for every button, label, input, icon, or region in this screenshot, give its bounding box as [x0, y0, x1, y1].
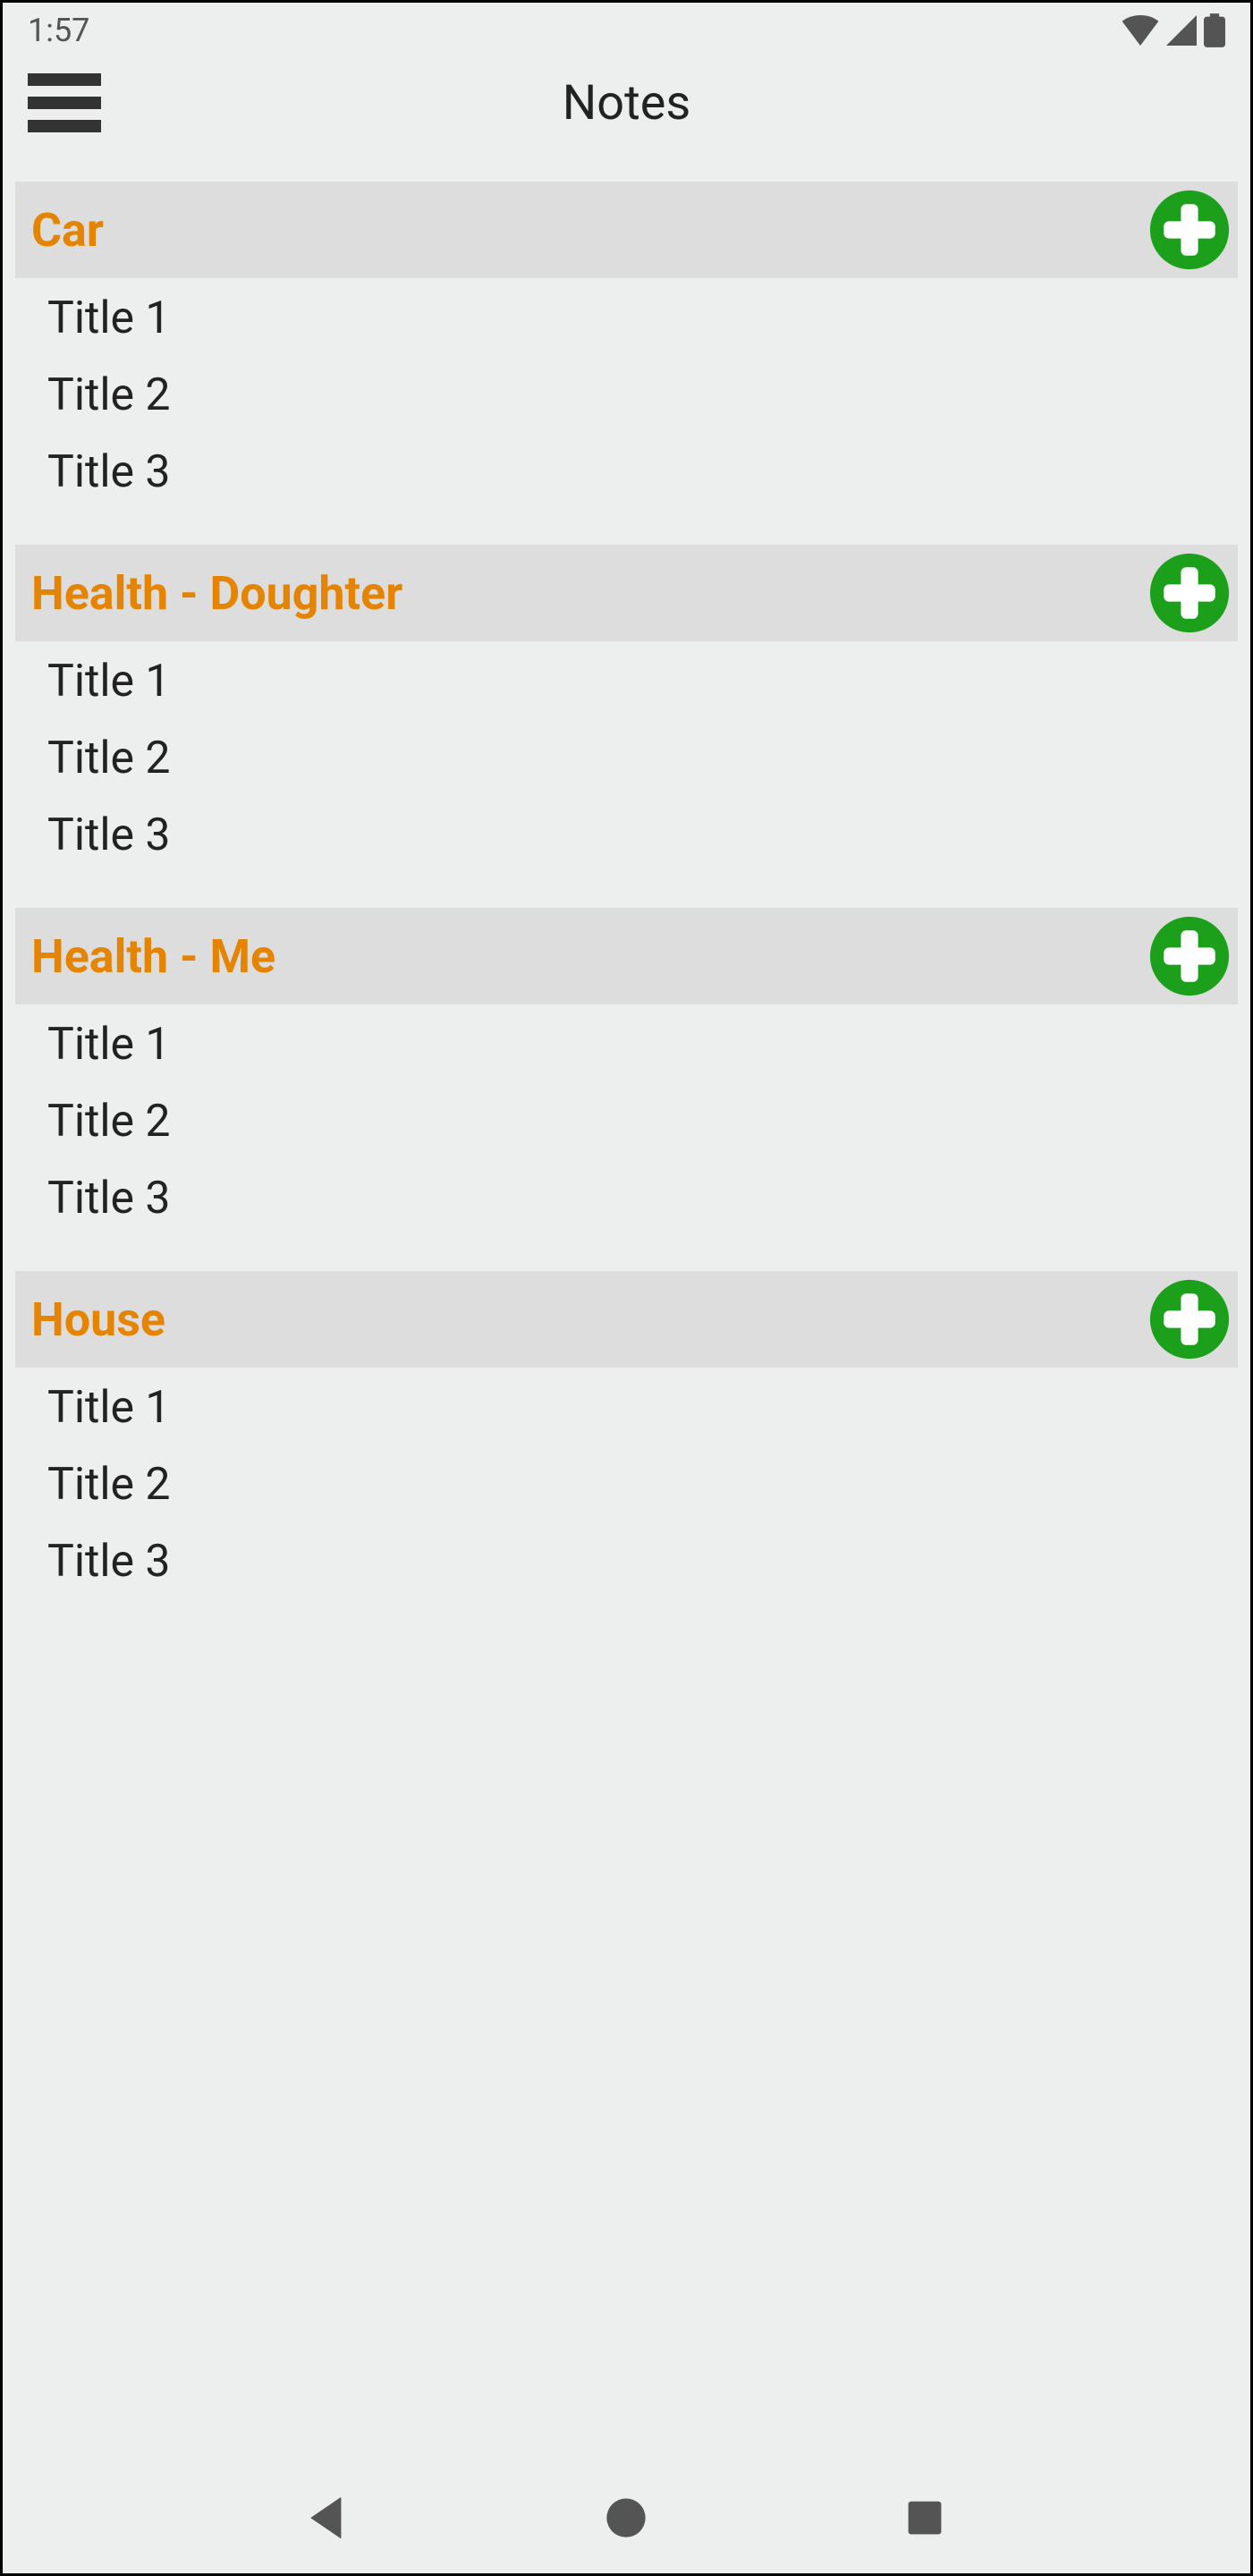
plus-icon [1148, 915, 1231, 997]
category-header-health-doughter[interactable]: Health - Doughter [15, 545, 1238, 641]
nav-bar [0, 2460, 1253, 2576]
note-item[interactable]: Title 3 [15, 1523, 1238, 1600]
note-item[interactable]: Title 3 [15, 434, 1238, 511]
status-bar: 1:57 [3, 3, 1250, 58]
category-title: Health - Me [31, 929, 275, 984]
category-title: House [31, 1292, 165, 1347]
note-item[interactable]: Title 2 [15, 720, 1238, 797]
note-list: Title 1 Title 2 Title 3 [15, 1368, 1238, 1634]
back-icon [304, 2494, 352, 2542]
note-item[interactable]: Title 2 [15, 357, 1238, 434]
back-button[interactable] [297, 2487, 360, 2549]
note-item[interactable]: Title 2 [15, 1083, 1238, 1160]
plus-icon [1148, 1278, 1231, 1360]
add-button[interactable] [1148, 1278, 1231, 1360]
category-header-car[interactable]: Car [15, 182, 1238, 278]
note-item[interactable]: Title 2 [15, 1446, 1238, 1523]
note-item[interactable]: Title 1 [15, 280, 1238, 357]
add-button[interactable] [1148, 189, 1231, 271]
category-header-health-me[interactable]: Health - Me [15, 908, 1238, 1004]
plus-icon [1148, 189, 1231, 271]
content-area: Car Title 1 Title 2 Title 3 Health - Dou… [3, 148, 1250, 1634]
category-header-house[interactable]: House [15, 1271, 1238, 1368]
note-item[interactable]: Title 1 [15, 1369, 1238, 1446]
signal-icon [1166, 15, 1197, 46]
add-button[interactable] [1148, 915, 1231, 997]
add-button[interactable] [1148, 552, 1231, 634]
note-item[interactable]: Title 1 [15, 1006, 1238, 1083]
category-title: Health - Doughter [31, 566, 402, 621]
status-time: 1:57 [28, 12, 89, 49]
recent-button[interactable] [893, 2487, 956, 2549]
wifi-icon [1122, 15, 1159, 46]
note-list: Title 1 Title 2 Title 3 [15, 278, 1238, 545]
note-item[interactable]: Title 1 [15, 643, 1238, 720]
note-item[interactable]: Title 3 [15, 797, 1238, 874]
note-item[interactable]: Title 3 [15, 1160, 1238, 1237]
home-button[interactable] [595, 2487, 657, 2549]
page-title: Notes [3, 75, 1250, 131]
status-icons [1122, 13, 1225, 47]
note-list: Title 1 Title 2 Title 3 [15, 1004, 1238, 1271]
category-title: Car [31, 203, 104, 258]
app-bar: Notes [3, 58, 1250, 148]
home-icon [604, 2496, 648, 2540]
recent-icon [904, 2497, 945, 2538]
note-list: Title 1 Title 2 Title 3 [15, 641, 1238, 908]
menu-icon[interactable] [28, 67, 101, 139]
plus-icon [1148, 552, 1231, 634]
battery-icon [1204, 13, 1225, 47]
